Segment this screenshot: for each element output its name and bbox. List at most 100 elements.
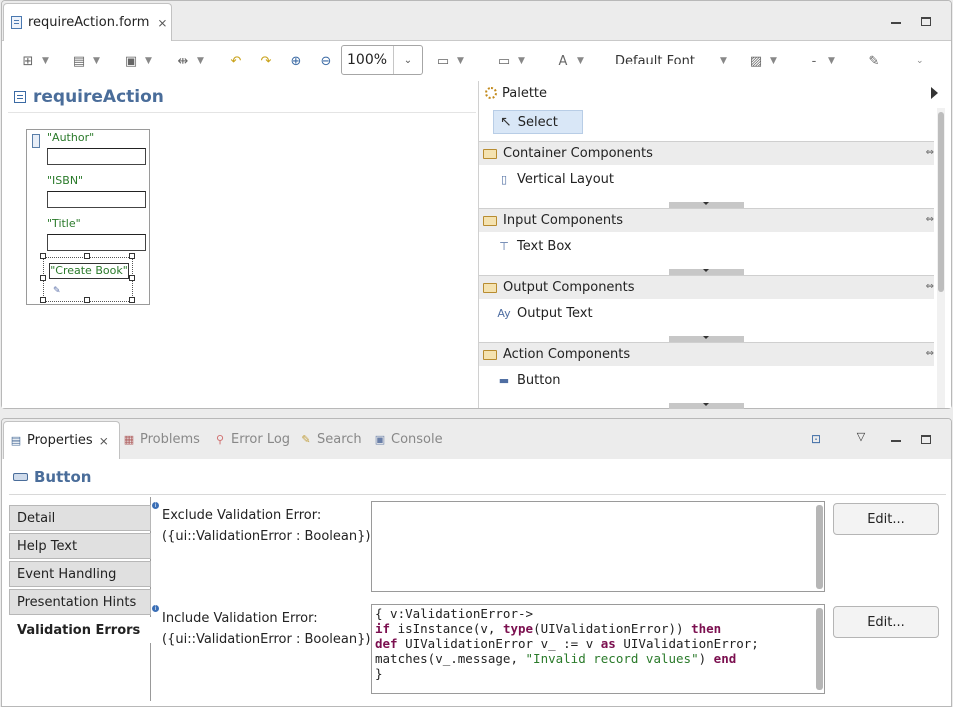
undo-button[interactable]: ↶ <box>228 52 244 70</box>
vertical-layout-container[interactable]: "Author" "ISBN" "Title" "Create Book" ✎ <box>26 129 150 305</box>
close-icon[interactable]: ⨯ <box>157 16 167 30</box>
title-input[interactable] <box>47 234 146 251</box>
pin-view-icon[interactable]: ⊡ <box>808 431 824 447</box>
drawer-header[interactable]: Action Components ⇔ <box>479 342 934 366</box>
tab-error-log[interactable]: ⚲ Error Log <box>214 419 290 459</box>
minimize-icon[interactable] <box>888 13 904 29</box>
size-dropdown[interactable]: - ▼ <box>806 52 835 70</box>
drawer-header[interactable]: Output Components ⇔ <box>479 275 934 299</box>
palette-select-tool[interactable]: ↖ Select <box>493 110 583 134</box>
resize-handle[interactable] <box>129 253 135 259</box>
chevron-down-icon[interactable]: ▼ <box>577 56 584 66</box>
scrollbar[interactable] <box>816 606 823 692</box>
palette-header[interactable]: Palette <box>479 81 952 105</box>
line-style-tool[interactable]: ▭ ▼ <box>435 52 464 70</box>
side-tab-presentation-hints[interactable]: Presentation Hints <box>9 589 151 615</box>
maximize-icon[interactable] <box>918 431 934 447</box>
redo-button[interactable]: ↷ <box>258 52 274 70</box>
zoom-in-button[interactable]: ⊕ <box>288 52 304 70</box>
chevron-down-icon[interactable]: ▼ <box>197 56 204 66</box>
resize-handle[interactable] <box>129 275 135 281</box>
view-menu-icon[interactable]: ▽ <box>853 428 869 444</box>
exclude-validation-field[interactable] <box>371 501 825 592</box>
palette-item-vertical-layout[interactable]: ▯ Vertical Layout <box>479 165 934 193</box>
drawer-input-components[interactable]: Input Components ⇔ ⊤ Text Box <box>479 208 934 275</box>
author-label[interactable]: "Author" <box>47 131 94 144</box>
drawer-header[interactable]: Container Components ⇔ <box>479 141 934 165</box>
chevron-down-icon[interactable]: ▼ <box>42 56 49 66</box>
pin-icon[interactable]: ⇔ <box>926 281 934 292</box>
chevron-down-icon[interactable]: ▼ <box>145 56 152 66</box>
side-tab-detail[interactable]: Detail <box>9 505 151 531</box>
text-color-tool[interactable]: A ▼ <box>555 52 584 70</box>
author-input[interactable] <box>47 148 146 165</box>
side-tab-event-handling[interactable]: Event Handling <box>9 561 151 587</box>
drawer-header[interactable]: Input Components ⇔ <box>479 208 934 232</box>
side-tab-validation-errors[interactable]: Validation Errors <box>9 617 151 643</box>
tab-search[interactable]: ✎ Search <box>300 419 361 459</box>
chevron-down-icon[interactable]: ⌄ <box>394 55 422 66</box>
font-dropdown[interactable]: ▼ <box>714 52 727 70</box>
isbn-input[interactable] <box>47 191 146 208</box>
isbn-label[interactable]: "ISBN" <box>47 174 83 187</box>
palette-item-text-box[interactable]: ⊤ Text Box <box>479 232 934 260</box>
tab-problems[interactable]: ▦ Problems <box>123 419 200 459</box>
chevron-down-icon[interactable]: ▼ <box>770 56 777 66</box>
side-tab-help-text[interactable]: Help Text <box>9 533 151 559</box>
maximize-icon[interactable] <box>918 13 934 29</box>
chevron-down-icon[interactable]: ▼ <box>93 56 100 66</box>
chevron-down-icon[interactable]: ▼ <box>457 56 464 66</box>
event-handler-icon[interactable]: ✎ <box>53 286 65 296</box>
chevron-down-icon[interactable]: ⌄ <box>916 56 924 66</box>
drawer-scroll-indicator[interactable] <box>669 403 744 409</box>
chevron-down-icon[interactable]: ▼ <box>518 56 525 66</box>
resize-handle[interactable] <box>40 297 46 303</box>
select-tool-label: Select <box>517 114 558 130</box>
color-picker-button[interactable]: ✎ <box>866 52 882 70</box>
tab-console[interactable]: ▣ Console <box>374 419 443 459</box>
resize-handle[interactable] <box>40 275 46 281</box>
distribute-tool[interactable]: ⇹ ▼ <box>175 52 204 70</box>
align-tool[interactable]: ⊞ ▼ <box>20 52 49 70</box>
drawer-container-components[interactable]: Container Components ⇔ ▯ Vertical Layout <box>479 141 934 208</box>
palette-item-output-text[interactable]: Ay Output Text <box>479 299 934 327</box>
editor-tab[interactable]: requireAction.form ⨯ <box>3 3 172 41</box>
drawer-output-components[interactable]: Output Components ⇔ Ay Output Text <box>479 275 934 342</box>
font-selector[interactable]: Default Font <box>615 52 695 64</box>
minimize-icon[interactable] <box>888 431 904 447</box>
drawer-action-components[interactable]: Action Components ⇔ ▬ Button <box>479 342 934 409</box>
line-width-tool[interactable]: ▭ ▼ <box>496 52 525 70</box>
resize-handle[interactable] <box>40 253 46 259</box>
tab-properties[interactable]: ▤ Properties ⨯ <box>3 421 120 459</box>
include-edit-button[interactable]: Edit... <box>833 606 939 638</box>
chevron-down-icon[interactable]: ▼ <box>828 56 835 66</box>
code-editor[interactable]: { v:ValidationError-> if isInstance(v, ty… <box>375 606 759 681</box>
arrange-tool[interactable]: ▣ ▼ <box>123 52 152 70</box>
resize-handle[interactable] <box>84 253 90 259</box>
fill-tool[interactable]: ▨ ▼ <box>748 52 777 70</box>
scrollbar-thumb[interactable] <box>938 112 944 292</box>
form-canvas[interactable]: requireAction "Author" "ISBN" "Title" "C… <box>2 81 477 408</box>
create-book-button[interactable]: "Create Book" <box>49 263 129 279</box>
size-tool[interactable]: ▤ ▼ <box>71 52 100 70</box>
scrollbar[interactable] <box>816 503 823 590</box>
palette-item-button[interactable]: ▬ Button <box>479 366 934 394</box>
resize-handle[interactable] <box>84 297 90 303</box>
exclude-edit-button[interactable]: Edit... <box>833 503 939 535</box>
pin-icon[interactable]: ⇔ <box>926 214 934 225</box>
resize-handle[interactable] <box>129 297 135 303</box>
zoom-value[interactable]: 100% <box>342 46 394 74</box>
scrollbar-thumb[interactable] <box>816 608 823 690</box>
pin-icon[interactable]: ⇔ <box>926 348 934 359</box>
chevron-down-icon[interactable]: ▼ <box>720 56 727 66</box>
palette-scrollbar[interactable] <box>937 108 945 408</box>
close-icon[interactable]: ⨯ <box>99 434 109 448</box>
zoom-combo[interactable]: 100% ⌄ <box>341 45 423 75</box>
title-label[interactable]: "Title" <box>47 217 81 230</box>
collapse-palette-icon[interactable] <box>931 87 938 99</box>
zoom-out-button[interactable]: ⊖ <box>318 52 334 70</box>
pin-icon[interactable]: ⇔ <box>926 147 934 158</box>
toolbar-overflow[interactable]: ⌄ <box>910 52 924 70</box>
include-validation-field[interactable]: { v:ValidationError-> if isInstance(v, ty… <box>371 604 825 694</box>
scrollbar-thumb[interactable] <box>816 505 823 589</box>
